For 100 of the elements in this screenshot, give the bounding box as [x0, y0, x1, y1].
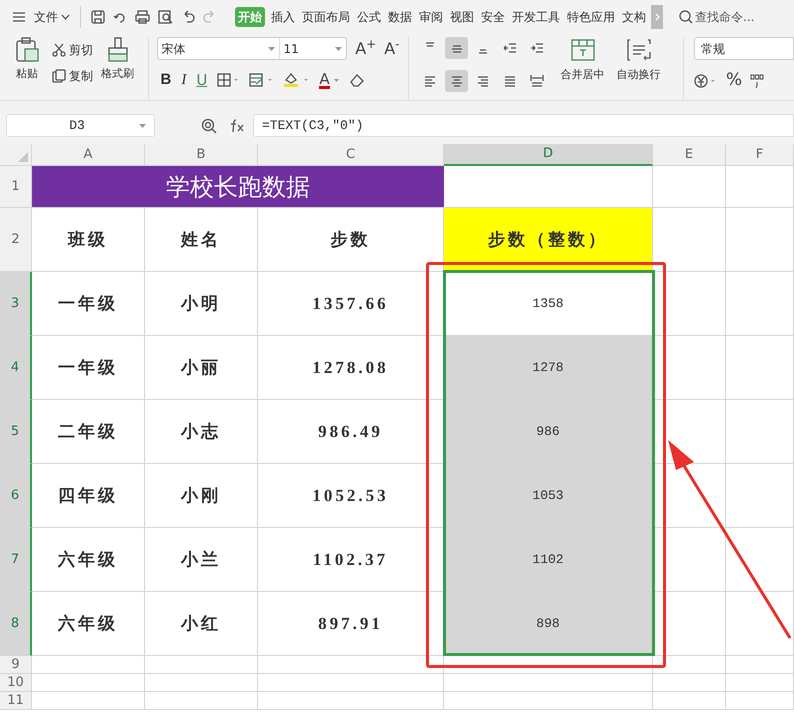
percent-button[interactable]: %: [726, 68, 742, 94]
header-cell: 步数（整数）: [444, 208, 653, 272]
copy-button[interactable]: 复制: [52, 67, 93, 85]
row-header[interactable]: 11: [0, 692, 32, 710]
italic-button[interactable]: I: [181, 69, 186, 92]
column-header[interactable]: F: [726, 144, 794, 166]
print-preview-icon[interactable]: [158, 10, 173, 24]
file-menu[interactable]: 文件: [34, 8, 70, 26]
format-painter-button[interactable]: 格式刷: [101, 37, 134, 100]
clipboard-icon: [14, 37, 40, 63]
row-header[interactable]: 7: [0, 528, 32, 592]
empty-cell: [726, 656, 794, 674]
ribbon-tab[interactable]: 页面布局: [301, 8, 351, 26]
ribbon-tab[interactable]: 开发工具: [511, 8, 561, 26]
row-header[interactable]: 10: [0, 674, 32, 692]
table-cell: 1357.66: [258, 272, 444, 336]
print-icon[interactable]: [135, 10, 150, 24]
row-header[interactable]: 6: [0, 464, 32, 528]
table-cell: 小兰: [145, 528, 258, 592]
header-cell: 班级: [32, 208, 145, 272]
row-header[interactable]: 8: [0, 592, 32, 656]
table-cell: 1102: [444, 528, 653, 592]
table-cell: 1102.37: [258, 528, 444, 592]
table-cell: 小丽: [145, 336, 258, 400]
ribbon-tab[interactable]: 视图: [449, 8, 475, 26]
fill-color-icon[interactable]: [283, 72, 310, 88]
formula-field[interactable]: =TEXT(C3,"0"): [253, 114, 794, 137]
save-icon[interactable]: [91, 10, 105, 24]
underline-button[interactable]: U: [196, 69, 208, 92]
table-cell: 986: [444, 400, 653, 464]
column-header[interactable]: E: [653, 144, 726, 166]
search-field[interactable]: 查找命令...: [679, 8, 754, 26]
row-header[interactable]: 2: [0, 208, 32, 272]
row-header[interactable]: 1: [0, 166, 32, 208]
ribbon-tab[interactable]: 文构: [621, 8, 647, 26]
table-cell: 1052.53: [258, 464, 444, 528]
currency-icon[interactable]: [694, 72, 718, 89]
table-cell: 898: [444, 592, 653, 656]
merge-center-button[interactable]: 合并居中: [560, 37, 604, 100]
table-cell: 小刚: [145, 464, 258, 528]
copy-icon: [52, 69, 66, 83]
table-cell: 四年级: [32, 464, 145, 528]
dropdown-icon: [334, 78, 339, 82]
empty-cell: [726, 674, 794, 692]
decrease-font-size-button[interactable]: A$^{-}$: [384, 40, 400, 56]
table-cell: 小明: [145, 272, 258, 336]
number-format-field[interactable]: 常规: [694, 37, 794, 60]
function-icon[interactable]: [229, 118, 245, 132]
ribbon-tab[interactable]: 插入: [270, 8, 296, 26]
font-color-button[interactable]: A: [319, 72, 339, 89]
table-cell: 986.49: [258, 400, 444, 464]
row-header[interactable]: 3: [0, 272, 32, 336]
column-header[interactable]: C: [258, 144, 444, 166]
menu-icon[interactable]: [12, 10, 26, 22]
align-center-icon[interactable]: [445, 70, 468, 92]
search-icon: [679, 10, 693, 24]
column-header[interactable]: A: [32, 144, 145, 166]
header-cell: 姓名: [145, 208, 258, 272]
table-cell: 六年级: [32, 592, 145, 656]
name-box[interactable]: D3: [6, 114, 155, 137]
row-header[interactable]: 9: [0, 656, 32, 674]
empty-cell: [726, 592, 794, 656]
empty-cell: [726, 528, 794, 592]
increase-font-size-button[interactable]: A$^{+}$: [355, 40, 376, 56]
caret-icon: [61, 14, 70, 20]
empty-cell: [726, 400, 794, 464]
table-cell: 二年级: [32, 400, 145, 464]
table-cell: 小红: [145, 592, 258, 656]
zoom-icon[interactable]: [201, 118, 217, 134]
row-header[interactable]: 5: [0, 400, 32, 464]
cut-button[interactable]: 剪切: [52, 41, 93, 59]
column-header[interactable]: B: [145, 144, 258, 166]
empty-cell: [726, 272, 794, 336]
bold-button[interactable]: B: [160, 69, 172, 92]
align-middle-icon[interactable]: [445, 37, 468, 59]
paste-button[interactable]: 粘贴: [10, 37, 44, 100]
empty-cell: [726, 464, 794, 528]
column-header[interactable]: D: [444, 144, 653, 166]
ribbon-tab[interactable]: 审阅: [418, 8, 444, 26]
row-header[interactable]: 4: [0, 336, 32, 400]
table-cell: 六年级: [32, 528, 145, 592]
ribbon-tab[interactable]: 特色应用: [566, 8, 616, 26]
ribbon-tab[interactable]: 数据: [387, 8, 413, 26]
thousands-separator-icon[interactable]: [750, 72, 764, 89]
empty-cell: [726, 166, 794, 208]
table-cell: 一年级: [32, 272, 145, 336]
empty-cell: [726, 692, 794, 710]
borders-icon[interactable]: [217, 73, 240, 88]
scissors-icon: [52, 43, 66, 57]
table-cell: 1053: [444, 464, 653, 528]
paintbrush-icon: [106, 37, 128, 63]
table-cell: 897.91: [258, 592, 444, 656]
empty-cell: [726, 336, 794, 400]
ribbon-tab[interactable]: 安全: [480, 8, 506, 26]
table-cell: 1278: [444, 336, 653, 400]
title-cell: 学校长跑数据: [32, 166, 444, 208]
ribbon-tab[interactable]: 公式: [356, 8, 382, 26]
wrap-text-button[interactable]: 自动换行: [616, 37, 660, 100]
conditional-format-icon[interactable]: [249, 73, 274, 88]
table-cell: 1278.08: [258, 336, 444, 400]
